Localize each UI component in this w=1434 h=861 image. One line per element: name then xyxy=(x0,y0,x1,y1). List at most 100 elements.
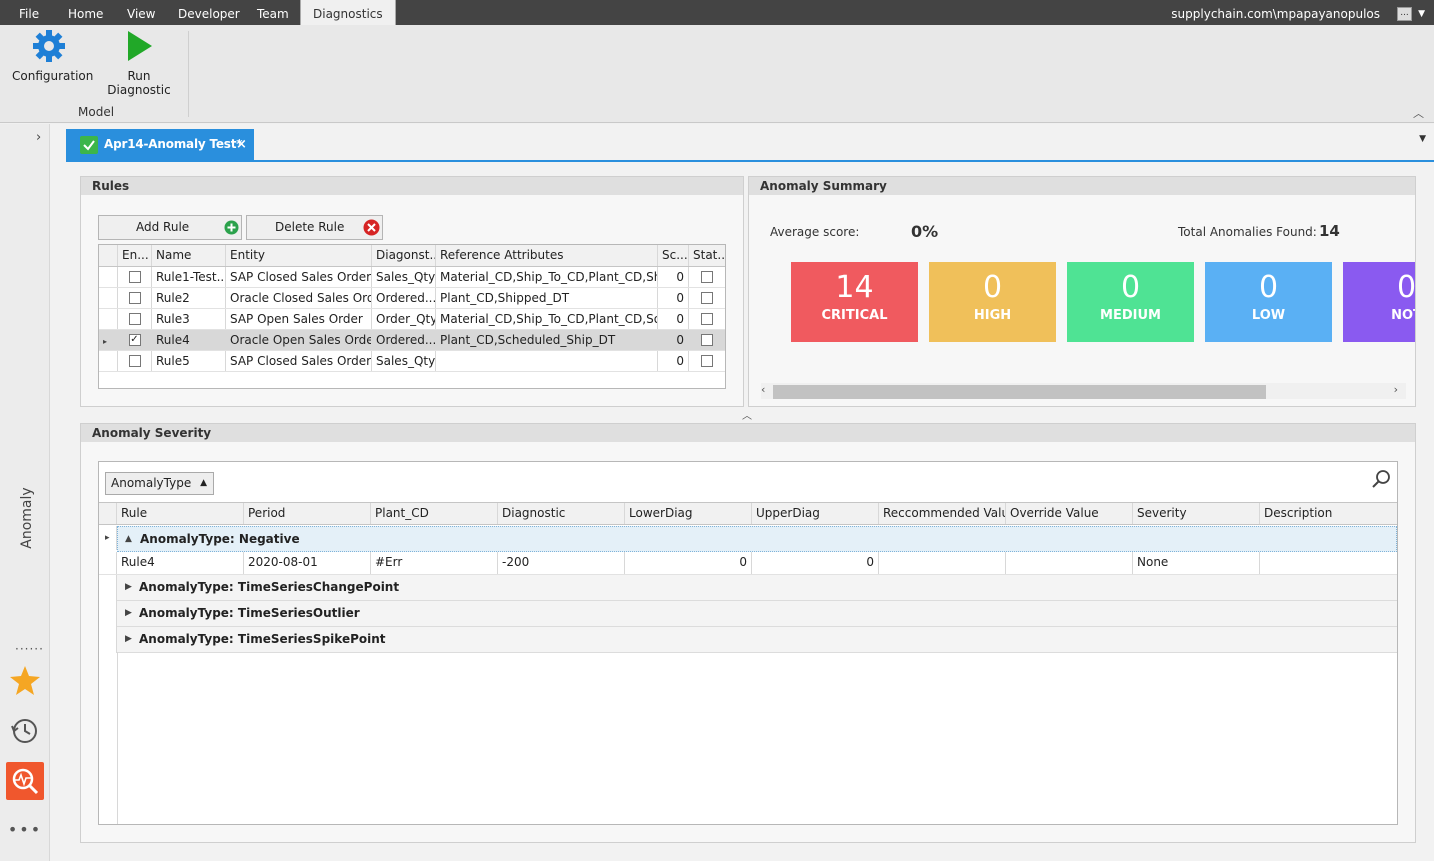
cell-enabled xyxy=(118,309,152,329)
rules-grid: En... Name Entity Diagonst... Reference … xyxy=(98,244,726,389)
expand-group-icon[interactable]: ▶ xyxy=(125,601,132,626)
scroll-left-icon[interactable]: ‹ xyxy=(761,383,765,396)
status-checkbox[interactable] xyxy=(701,313,713,325)
cell-severity: None xyxy=(1133,552,1260,574)
menu-tab-file[interactable]: File xyxy=(19,0,39,25)
group-row-spikepoint[interactable]: ▶ AnomalyType: TimeSeriesSpikePoint xyxy=(117,627,1397,653)
group-row-negative[interactable]: ▲ AnomalyType: Negative xyxy=(117,526,1397,552)
tab-list-dropdown-icon[interactable]: ▼ xyxy=(1419,134,1426,144)
scroll-thumb[interactable] xyxy=(773,385,1266,399)
col-severity[interactable]: Severity xyxy=(1133,503,1260,524)
enabled-checkbox[interactable] xyxy=(128,271,141,283)
expand-group-icon[interactable]: ▶ xyxy=(125,575,132,600)
expand-group-icon[interactable]: ▶ xyxy=(125,627,132,652)
status-checkbox[interactable] xyxy=(701,271,713,283)
star-icon[interactable] xyxy=(0,664,50,701)
col-entity[interactable]: Entity xyxy=(226,245,372,266)
col-lowerdiag[interactable]: LowerDiag xyxy=(625,503,752,524)
col-upperdiag[interactable]: UpperDiag xyxy=(752,503,879,524)
rules-row[interactable]: Rule5SAP Closed Sales Orders...Sales_Qty… xyxy=(99,351,725,372)
anomaly-search-icon[interactable] xyxy=(6,762,44,800)
col-status[interactable]: Stat... xyxy=(689,245,725,266)
document-tab[interactable]: Apr14-Anomaly Test* × xyxy=(66,129,254,161)
col-override-value[interactable]: Override Value xyxy=(1006,503,1133,524)
cell-entity: Oracle Closed Sales Ord... xyxy=(226,288,372,308)
caret-up-icon: ▲ xyxy=(200,478,207,488)
user-dropdown-icon[interactable]: ▼ xyxy=(1418,4,1425,24)
row-indicator-header xyxy=(99,245,118,266)
enabled-checkbox[interactable] xyxy=(128,355,141,367)
user-account[interactable]: supplychain.com\mpapayanopulos xyxy=(1171,0,1380,28)
cell-reference-attributes: Plant_CD,Scheduled_Ship_DT xyxy=(436,330,658,350)
rules-row[interactable]: Rule1-Test...SAP Closed Sales Orders...S… xyxy=(99,267,725,288)
user-menu-button[interactable]: ... xyxy=(1397,7,1412,21)
tile-count: 0 xyxy=(1120,270,1141,305)
total-anomalies-label: Total Anomalies Found: xyxy=(1178,225,1317,239)
current-row-icon: ▸ xyxy=(103,337,108,346)
delete-rule-button[interactable]: Delete Rule xyxy=(246,215,383,240)
more-icon[interactable]: ••• xyxy=(0,820,50,839)
col-period[interactable]: Period xyxy=(244,503,371,524)
rules-row[interactable]: Rule3 SAP Open Sales Order Order_Qty Materi… xyxy=(99,309,725,330)
col-reference-attributes[interactable]: Reference Attributes xyxy=(436,245,658,266)
severity-data-row[interactable]: Rule4 2020-08-01 #Err -200 0 0 None xyxy=(99,552,1397,575)
menu-tab-team[interactable]: Team xyxy=(257,0,289,25)
collapse-ribbon-icon[interactable]: ︿ xyxy=(1413,105,1424,121)
status-checkbox[interactable] xyxy=(701,334,713,346)
chevron-right-icon[interactable]: › xyxy=(36,130,41,145)
close-tab-icon[interactable]: × xyxy=(236,129,247,161)
tile-label: MEDIUM xyxy=(1100,308,1161,323)
menu-tab-view[interactable]: View xyxy=(127,0,155,25)
col-diagnostic[interactable]: Diagonst... xyxy=(372,245,436,266)
search-icon[interactable] xyxy=(1371,469,1391,489)
enabled-checkbox[interactable] xyxy=(128,292,141,304)
group-row-outlier[interactable]: ▶ AnomalyType: TimeSeriesOutlier xyxy=(117,601,1397,627)
rail-grip-icon[interactable]: ······ xyxy=(15,642,44,656)
severity-grid-container: AnomalyType ▲ Rule Period Plant_CD Diagn… xyxy=(98,461,1398,825)
menu-tab-developer[interactable]: Developer xyxy=(178,0,240,25)
col-plant-cd[interactable]: Plant_CD xyxy=(371,503,498,524)
anomaly-severity-panel: Anomaly Severity AnomalyType ▲ Rule Peri… xyxy=(80,423,1416,843)
severity-tile-high[interactable]: 0 HIGH xyxy=(929,262,1056,342)
col-name[interactable]: Name xyxy=(152,245,226,266)
cell-diagnostic: Order_Qty xyxy=(372,309,436,329)
tile-count: 0 xyxy=(1396,270,1416,305)
status-checkbox[interactable] xyxy=(701,292,713,304)
col-score[interactable]: Sc... xyxy=(658,245,689,266)
enabled-checkbox[interactable]: ✓ xyxy=(128,334,141,346)
severity-tile-low[interactable]: 0 LOW xyxy=(1205,262,1332,342)
rules-row[interactable]: ▸ ✓ Rule4 Oracle Open Sales Order Ordered...… xyxy=(99,330,725,351)
configuration-button[interactable]: Configuration xyxy=(12,29,93,83)
configuration-label: Configuration xyxy=(12,69,94,83)
severity-tile-critical[interactable]: 14 CRITICAL xyxy=(791,262,918,342)
col-description[interactable]: Description xyxy=(1260,503,1396,524)
menu-tab-home[interactable]: Home xyxy=(68,0,103,25)
group-by-dropdown[interactable]: AnomalyType ▲ xyxy=(105,472,214,495)
enabled-checkbox[interactable] xyxy=(128,313,141,325)
add-circle-icon xyxy=(224,220,239,235)
cell-name: Rule5 xyxy=(152,351,226,371)
col-enabled[interactable]: En... xyxy=(118,245,152,266)
severity-tile-not[interactable]: 0 NOT xyxy=(1343,262,1416,342)
run-diagnostic-label: Run Diagnostic xyxy=(107,69,171,97)
severity-grid-header: Rule Period Plant_CD Diagnostic LowerDia… xyxy=(99,502,1397,525)
rail-anomaly-label[interactable]: Anomaly xyxy=(19,483,35,553)
add-rule-label: Add Rule xyxy=(136,220,190,234)
add-rule-button[interactable]: Add Rule xyxy=(98,215,242,240)
col-recommended-value[interactable]: Reccommended Value xyxy=(879,503,1006,524)
scroll-right-icon[interactable]: › xyxy=(1394,383,1398,396)
status-checkbox[interactable] xyxy=(701,355,713,367)
collapse-group-icon[interactable]: ▲ xyxy=(125,527,132,552)
severity-tile-medium[interactable]: 0 MEDIUM xyxy=(1067,262,1194,342)
rules-row[interactable]: Rule2 Oracle Closed Sales Ord... Ordered..… xyxy=(99,288,725,309)
run-diagnostic-button[interactable]: Run Diagnostic xyxy=(98,29,180,97)
group-row-changepoint[interactable]: ▶ AnomalyType: TimeSeriesChangePoint xyxy=(117,575,1397,601)
cell-description xyxy=(1260,552,1396,574)
summary-horizontal-scrollbar[interactable]: ‹ › xyxy=(761,383,1406,399)
col-diagnostic[interactable]: Diagnostic xyxy=(498,503,625,524)
history-icon[interactable] xyxy=(0,716,50,749)
menu-tab-diagnostics[interactable]: Diagnostics xyxy=(300,0,396,25)
panel-splitter-icon[interactable]: ︿ xyxy=(742,407,752,422)
col-rule[interactable]: Rule xyxy=(117,503,244,524)
cell-diagnostic: Sales_Qty xyxy=(372,267,436,287)
